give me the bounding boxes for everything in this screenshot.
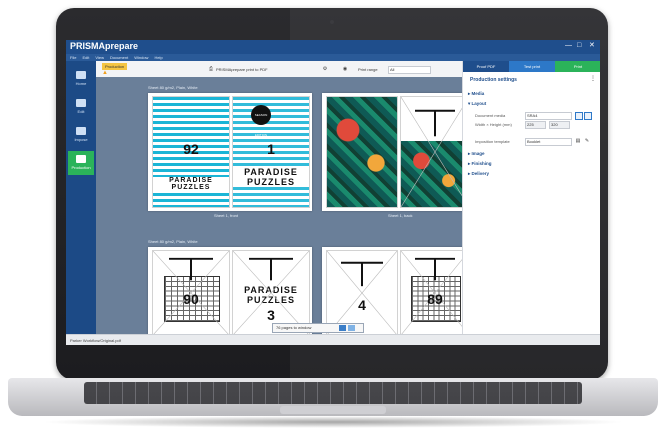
tab-proof-pdf[interactable]: Proof PDF (463, 61, 509, 72)
status-text: Parker Workflow/Original.pdf (70, 338, 121, 343)
page-tropical-left[interactable] (326, 96, 398, 208)
warning-icon: ▲ (102, 70, 108, 76)
production-panel: Proof PDF Test print Print Production se… (462, 61, 600, 334)
settings-icon[interactable]: ⚙ (322, 66, 328, 72)
printer-icon (76, 155, 86, 163)
status-bar: Parker Workflow/Original.pdf (66, 334, 600, 345)
fit-page-button[interactable] (339, 325, 346, 331)
nav-production[interactable]: Production (68, 151, 94, 175)
page-title: PARADISE PUZZLES (233, 167, 309, 187)
edit-icon (76, 99, 86, 107)
zoom-bar: 76 pages to window (272, 323, 364, 333)
imposition-select[interactable]: Booklet (525, 138, 572, 146)
impose-icon (76, 127, 86, 135)
menu-file[interactable]: File (70, 54, 76, 61)
app-screen: PRISMAprepare — □ ✕ File Edit View Docum… (66, 40, 600, 345)
nav-impose-label: Impose (74, 137, 88, 142)
base-shadow (40, 416, 626, 428)
section-layout[interactable]: ▾ Layout (468, 101, 486, 107)
document-media-label: Document media (475, 113, 506, 118)
page-tropical-right[interactable] (400, 96, 470, 208)
menu-view[interactable]: View (95, 54, 104, 61)
left-nav: Home Edit Impose Production (66, 61, 96, 334)
page-90[interactable]: 90 (152, 250, 230, 336)
more-options-icon[interactable]: ⋮ (590, 75, 596, 82)
page-number: 3 (267, 307, 275, 323)
width-height-label: Width × Height (mm) (475, 122, 512, 127)
page-number: 4 (358, 297, 366, 313)
toolbar: Production ▲ ⎙ PRISMAprepare print to PD… (96, 61, 462, 78)
section-media[interactable]: ▸ Media (468, 91, 484, 97)
maximize-button[interactable]: □ (577, 42, 585, 49)
imposition-canvas: Sheet 80 g/m2, Plain, White PARADISE PUZ… (96, 77, 472, 339)
document-media-select[interactable]: SRA4 (525, 112, 572, 120)
menu-bar: File Edit View Document Window Help (66, 54, 600, 61)
title-bar: PRISMAprepare — □ ✕ (66, 40, 600, 54)
page-1[interactable]: SEASON EDITION PARADISE PUZZLES 1 (232, 96, 310, 208)
height-field[interactable]: 320 (549, 121, 570, 129)
portrait-toggle[interactable] (575, 112, 583, 120)
menu-edit[interactable]: Edit (82, 54, 89, 61)
save-icon[interactable]: ▤ (575, 138, 581, 144)
print-range-select[interactable]: All (388, 66, 431, 74)
sheet-caption: Sheet 1, back (388, 213, 413, 218)
nav-edit-label: Edit (77, 109, 85, 114)
trackpad (280, 406, 386, 414)
nav-production-label: Production (71, 165, 91, 170)
imposition-label: Imposition template (475, 139, 510, 144)
panel-header: Production settings (470, 77, 517, 83)
section-layout-label: Layout (471, 101, 487, 106)
zoom-text: 76 pages to window (276, 325, 312, 330)
sheet-1-front[interactable]: PARADISE PUZZLES 92 SEASON EDITION PARAD… (148, 93, 312, 211)
tab-print[interactable]: Print (555, 61, 600, 72)
page-number: 90 (183, 291, 199, 307)
printer-icon: ⎙ (208, 66, 213, 72)
landscape-toggle[interactable] (584, 112, 592, 120)
tab-test-print[interactable]: Test print (509, 61, 555, 72)
home-icon (76, 71, 86, 79)
section-image-label: Image (471, 151, 485, 156)
minimize-button[interactable]: — (565, 42, 573, 49)
menu-help[interactable]: Help (154, 54, 162, 61)
width-field[interactable]: 225 (525, 121, 546, 129)
sheet-group-label: Sheet 80 g/m2, Plain, White (148, 85, 198, 90)
camera (330, 20, 334, 24)
nav-home-label: Home (75, 81, 87, 86)
menu-window[interactable]: Window (134, 54, 148, 61)
nav-edit[interactable]: Edit (68, 95, 94, 119)
section-media-label: Media (471, 91, 485, 96)
section-delivery[interactable]: ▸ Delivery (468, 171, 489, 177)
page-cross (401, 97, 469, 207)
fit-width-button[interactable] (348, 325, 355, 331)
section-delivery-label: Delivery (471, 171, 490, 176)
menu-document[interactable]: Document (110, 54, 128, 61)
printer-select[interactable]: PRISMAprepare print to PDF (216, 67, 268, 72)
output-tabs: Proof PDF Test print Print (463, 61, 600, 72)
laptop-frame: PRISMAprepare — □ ✕ File Edit View Docum… (0, 0, 666, 445)
section-image[interactable]: ▸ Image (468, 151, 485, 157)
nav-home[interactable]: Home (68, 67, 94, 91)
sheet-group-label: Sheet 80 g/m2, Plain, White (148, 239, 198, 244)
document-tab[interactable]: Production (102, 63, 128, 70)
tropical-artwork (327, 97, 397, 207)
print-range-label: Print range (358, 67, 378, 72)
sheet-1-back[interactable] (322, 93, 472, 211)
section-finishing-label: Finishing (471, 161, 492, 166)
edit-icon[interactable]: ✎ (584, 138, 590, 144)
page-number: 92 (183, 141, 199, 157)
page-number: 89 (427, 291, 443, 307)
sheet-caption: Sheet 1, front (214, 213, 239, 218)
location-icon[interactable]: ◉ (342, 66, 348, 72)
keyboard (84, 382, 582, 404)
app-title: PRISMAprepare (70, 41, 139, 51)
close-button[interactable]: ✕ (589, 42, 597, 49)
page-92[interactable]: PARADISE PUZZLES 92 (152, 96, 230, 208)
page-number: 1 (267, 141, 275, 157)
page-title: PARADISE PUZZLES (153, 177, 229, 191)
edition-badge: SEASON EDITION (251, 105, 271, 137)
page-89[interactable]: 89 (400, 250, 470, 336)
nav-impose[interactable]: Impose (68, 123, 94, 147)
section-finishing[interactable]: ▸ Finishing (468, 161, 492, 167)
